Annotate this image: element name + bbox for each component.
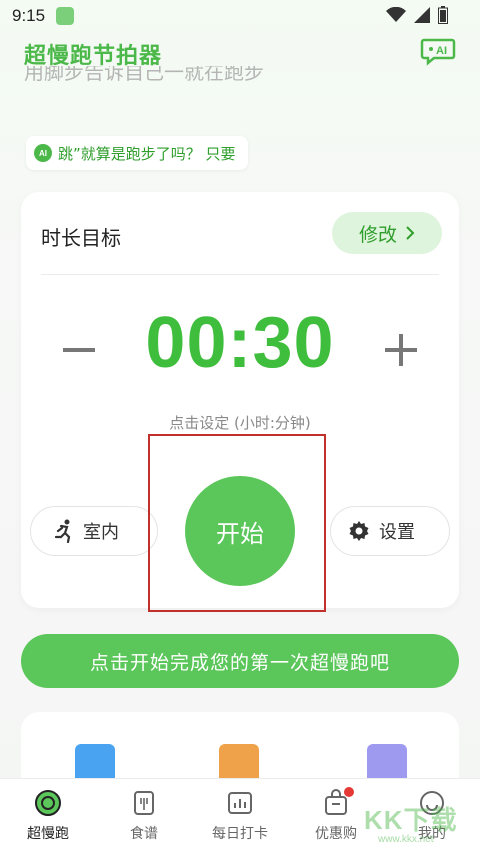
indoor-button[interactable]: 室内 bbox=[30, 506, 158, 556]
gear-icon bbox=[349, 521, 369, 541]
ai-tip-pill[interactable]: AI 跳”就算是跑步了吗？ 只要 bbox=[26, 136, 248, 170]
indoor-label: 室内 bbox=[83, 522, 119, 543]
watermark-url: www.kkx.net bbox=[378, 834, 434, 845]
timer-hint: 点击设定 (小时:分钟) bbox=[169, 414, 311, 432]
duration-goal-card: 时长目标 修改 00:30 点击设定 (小时:分钟) 室内 开始 设置 bbox=[21, 192, 459, 612]
scrolled-text: 用脚步告诉自己一就在跑步 bbox=[24, 66, 284, 88]
tab-slow-run[interactable]: 超慢跑 bbox=[0, 779, 96, 853]
card-title: 时长目标 bbox=[41, 226, 121, 250]
recipe-tab-icon bbox=[129, 789, 159, 817]
ai-badge-icon: AI bbox=[34, 144, 52, 162]
watermark-text: KK下载 bbox=[364, 805, 458, 835]
chevron-right-icon bbox=[406, 226, 415, 240]
increase-button[interactable] bbox=[383, 330, 419, 370]
first-run-cta-button[interactable]: 点击开始完成您的第一次超慢跑吧 bbox=[21, 634, 459, 688]
settings-button[interactable]: 设置 bbox=[330, 506, 450, 556]
tab-daily-checkin[interactable]: 每日打卡 bbox=[192, 779, 288, 853]
status-time: 9:15 bbox=[12, 6, 46, 25]
battery-icon bbox=[438, 6, 448, 24]
run-tab-icon bbox=[33, 789, 63, 817]
edit-label: 修改 bbox=[358, 223, 397, 246]
watermark: KK下载 www.kkx.net bbox=[364, 800, 472, 850]
plus-icon bbox=[385, 334, 417, 366]
runner-icon bbox=[54, 519, 71, 543]
shop-tab-icon bbox=[321, 787, 354, 817]
tab-label: 食谱 bbox=[130, 826, 158, 842]
ai-tip-text: 跳”就算是跑步了吗？ 只要 bbox=[58, 144, 236, 163]
status-bar: 9:15 bbox=[0, 0, 480, 32]
ai-chat-icon: AI bbox=[420, 38, 456, 66]
cta-label: 点击开始完成您的第一次超慢跑吧 bbox=[89, 651, 390, 674]
signal-icon bbox=[414, 7, 430, 23]
wifi-icon bbox=[386, 7, 406, 22]
notification-dot bbox=[344, 787, 354, 797]
settings-label: 设置 bbox=[379, 522, 415, 543]
scrolled-text-content: 用脚步告诉自己一就在跑步 bbox=[24, 66, 264, 84]
ai-chat-button[interactable]: AI bbox=[420, 36, 456, 66]
tab-label: 每日打卡 bbox=[212, 826, 268, 842]
svg-text:AI: AI bbox=[436, 45, 447, 57]
app-notification-icon bbox=[56, 7, 74, 25]
checkin-tab-icon bbox=[225, 789, 255, 817]
tab-label: 超慢跑 bbox=[27, 826, 69, 842]
divider bbox=[41, 274, 439, 275]
highlight-annotation bbox=[148, 434, 326, 612]
status-icons bbox=[386, 6, 448, 24]
tab-label: 优惠购 bbox=[315, 826, 357, 842]
edit-button[interactable]: 修改 bbox=[332, 212, 442, 254]
tab-recipes[interactable]: 食谱 bbox=[96, 779, 192, 853]
